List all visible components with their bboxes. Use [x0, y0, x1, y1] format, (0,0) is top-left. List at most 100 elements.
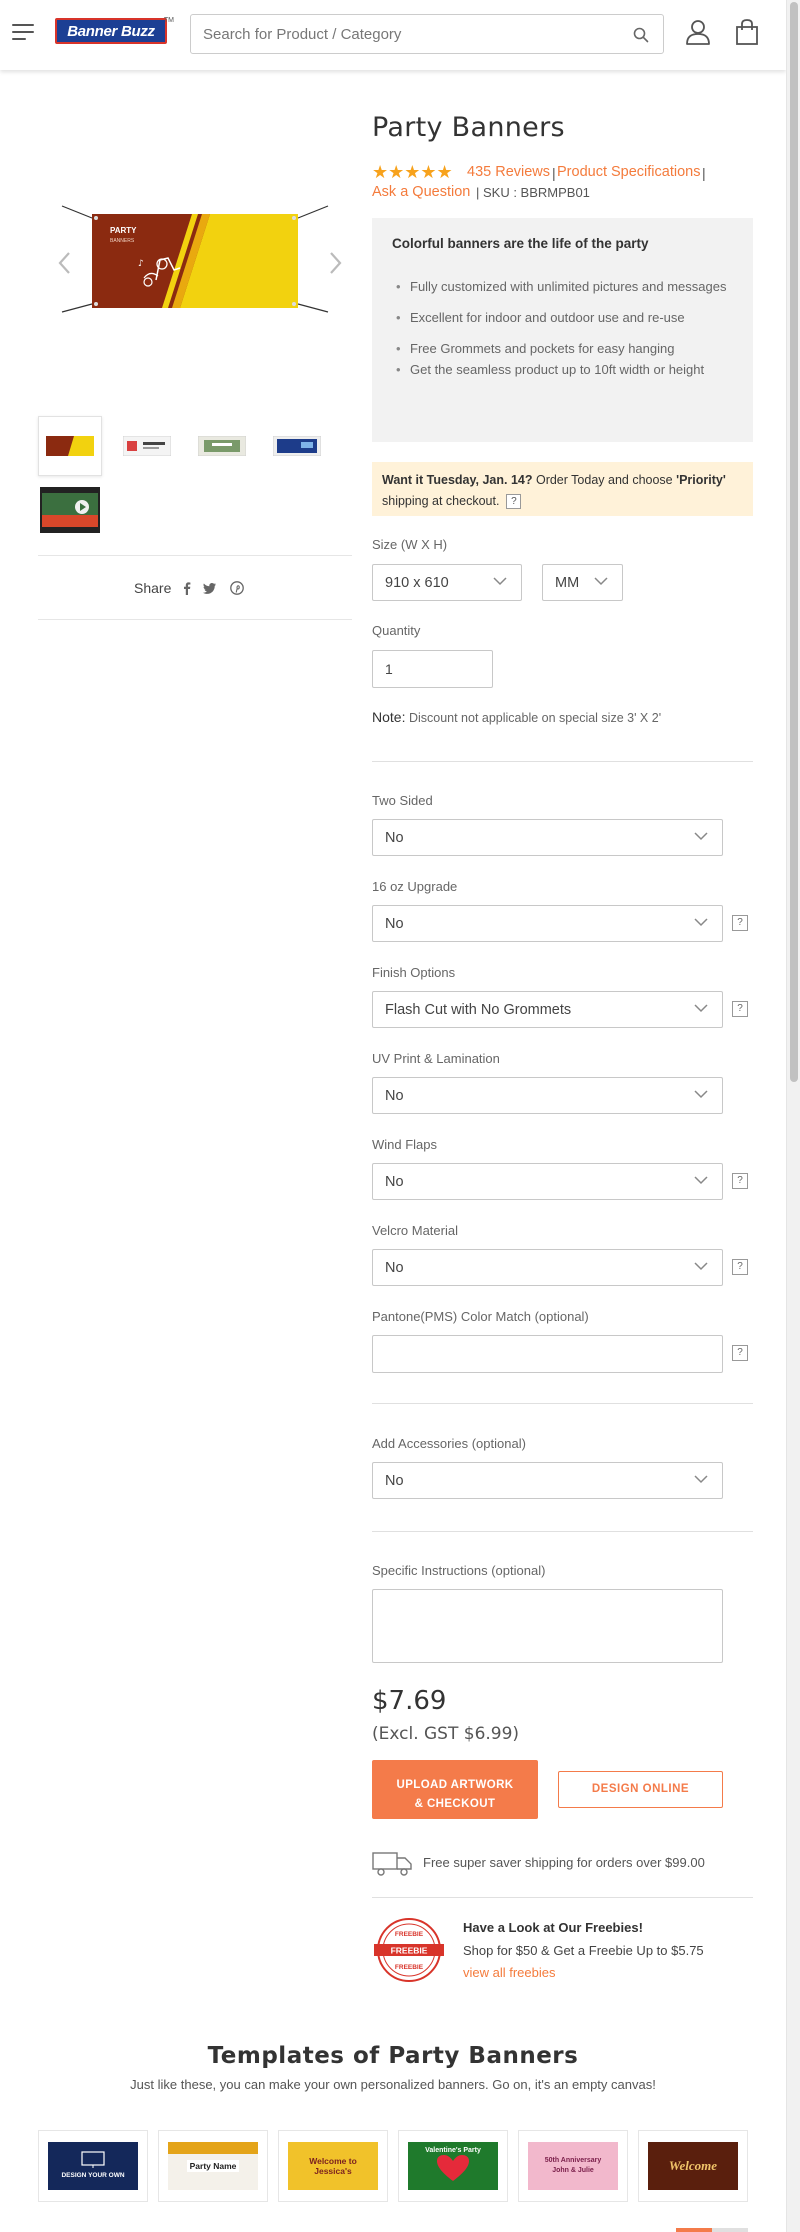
heart-icon — [437, 2155, 469, 2181]
chevron-down-icon — [694, 918, 708, 927]
velcro-material-select[interactable]: No — [372, 1249, 723, 1286]
monitor-icon — [81, 2151, 105, 2168]
product-price: $7.69 — [372, 1686, 447, 1716]
pantone-match-input[interactable] — [372, 1335, 723, 1373]
gallery-thumbnail-4[interactable] — [265, 416, 329, 476]
delivery-help-icon[interactable]: ? — [506, 494, 522, 510]
16oz-upgrade-label: 16 oz Upgrade — [372, 879, 458, 894]
priority-text: 'Priority' — [676, 473, 726, 487]
design-online-button[interactable]: DESIGN ONLINE — [558, 1771, 723, 1808]
finish-options-select[interactable]: Flash Cut with No Grommets — [372, 991, 723, 1028]
upload-artwork-checkout-button[interactable]: UPLOAD ARTWORK & CHECKOUT — [372, 1760, 538, 1819]
template-card-label: DESIGN YOUR OWN — [61, 2172, 125, 2179]
finish-options-help-icon[interactable]: ? — [732, 1001, 748, 1017]
delivery-date-text: Want it Tuesday, Jan. 14? — [382, 473, 533, 487]
feature-item: Excellent for indoor and outdoor use and… — [396, 307, 736, 328]
separator: | — [702, 165, 706, 181]
rating-stars[interactable]: ★★★★★ — [372, 162, 453, 183]
templates-section-title: Templates of Party Banners — [207, 2043, 579, 2069]
search-icon[interactable] — [633, 27, 649, 43]
template-card-welcome[interactable]: Welcome — [638, 2130, 748, 2202]
unit-select[interactable]: MM — [542, 564, 623, 601]
velcro-material-label: Velcro Material — [372, 1223, 458, 1238]
accessories-select[interactable]: No — [372, 1462, 723, 1499]
truck-icon — [372, 1852, 412, 1876]
upload-button-line2: & CHECKOUT — [414, 1797, 496, 1810]
search-input[interactable] — [203, 15, 623, 53]
feature-box: Colorful banners are the life of the par… — [372, 218, 753, 442]
velcro-material-value: No — [385, 1260, 404, 1276]
pantone-match-label: Pantone(PMS) Color Match (optional) — [372, 1309, 589, 1324]
ask-a-question-link[interactable]: Ask a Question — [372, 184, 470, 200]
reviews-link[interactable]: 435 Reviews — [467, 164, 550, 180]
product-title: Party Banners — [372, 112, 565, 143]
secondary-tab[interactable] — [712, 2228, 748, 2232]
template-card-50th-anniversary[interactable]: 50th Anniversary John & Julie — [518, 2130, 628, 2202]
quantity-label: Quantity — [372, 623, 421, 638]
chevron-down-icon — [694, 1176, 708, 1185]
quantity-input[interactable] — [372, 650, 493, 688]
size-select[interactable]: 910 x 610 — [372, 564, 522, 601]
template-card-valentines-party[interactable]: Valentine's Party — [398, 2130, 508, 2202]
size-value: 910 x 610 — [385, 575, 449, 591]
two-sided-select[interactable]: No — [372, 819, 723, 856]
gallery-next-arrow-icon[interactable] — [325, 248, 345, 278]
template-card-label-2: John & Julie — [552, 2167, 594, 2174]
hamburger-menu-icon[interactable] — [12, 24, 36, 44]
bannerbuzz-logo[interactable]: Banner Buzz TM — [55, 17, 174, 44]
shopping-bag-icon[interactable] — [734, 18, 760, 46]
template-card-party-name[interactable]: Party Name — [158, 2130, 268, 2202]
wind-flaps-select[interactable]: No — [372, 1163, 723, 1200]
share-divider-top — [38, 555, 352, 556]
16oz-upgrade-help-icon[interactable]: ? — [732, 915, 748, 931]
template-card-label: Party Name — [186, 2160, 240, 2172]
wind-flaps-value: No — [385, 1174, 404, 1190]
template-card-label: Welcome — [668, 2158, 718, 2173]
template-card-welcome-jessica[interactable]: Welcome to Jessica's — [278, 2130, 388, 2202]
wind-flaps-help-icon[interactable]: ? — [732, 1173, 748, 1189]
logo-trademark: TM — [163, 17, 174, 24]
banner-subtitle-text: BANNERS — [110, 238, 135, 244]
template-card-design-your-own[interactable]: DESIGN YOUR OWN — [38, 2130, 148, 2202]
delivery-notice: Want it Tuesday, Jan. 14? Order Today an… — [372, 462, 753, 516]
uv-print-value: No — [385, 1088, 404, 1104]
separator: | — [552, 165, 556, 181]
accessories-value: No — [385, 1473, 404, 1489]
section-divider — [372, 1403, 753, 1404]
uv-print-select[interactable]: No — [372, 1077, 723, 1114]
two-sided-value: No — [385, 830, 404, 846]
velcro-material-help-icon[interactable]: ? — [732, 1259, 748, 1275]
freebie-badge-bottom: FREEBIE — [395, 1964, 424, 1971]
user-account-icon[interactable] — [684, 18, 712, 46]
product-main-image[interactable]: PARTY BANNERS ♪ — [60, 200, 330, 324]
gallery-video-thumbnail[interactable] — [38, 480, 102, 540]
banner-title-text: PARTY — [110, 226, 137, 235]
product-specifications-link[interactable]: Product Specifications — [557, 164, 700, 180]
size-label: Size (W X H) — [372, 537, 448, 552]
feature-item: Fully customized with unlimited pictures… — [396, 276, 736, 297]
pinterest-icon[interactable] — [230, 581, 244, 595]
gallery-thumbnail-3[interactable] — [190, 416, 254, 476]
gallery-thumbnail-2[interactable] — [115, 416, 179, 476]
free-shipping-text: Free super saver shipping for orders ove… — [423, 1855, 705, 1870]
wind-flaps-label: Wind Flaps — [372, 1137, 438, 1152]
chevron-down-icon — [694, 1262, 708, 1271]
chevron-down-icon — [694, 1090, 708, 1099]
facebook-icon[interactable] — [180, 581, 194, 595]
logo-text: Banner Buzz — [67, 22, 155, 40]
chevron-down-icon — [493, 577, 507, 586]
instructions-textarea[interactable] — [372, 1589, 723, 1663]
chevron-down-icon — [594, 577, 608, 586]
section-divider — [372, 761, 753, 762]
page-scrollbar[interactable] — [786, 0, 800, 2232]
twitter-icon[interactable] — [203, 581, 217, 595]
pantone-match-help-icon[interactable]: ? — [732, 1345, 748, 1361]
gallery-prev-arrow-icon[interactable] — [55, 248, 75, 278]
section-divider — [372, 1531, 753, 1532]
view-all-freebies-link[interactable]: view all freebies — [463, 1965, 556, 1980]
gallery-thumbnail-1[interactable] — [38, 416, 102, 476]
price-excluding-gst: (Excl. GST $6.99) — [372, 1724, 520, 1744]
scrollbar-thumb[interactable] — [790, 2, 798, 1082]
back-to-top-tab[interactable] — [676, 2228, 712, 2232]
16oz-upgrade-select[interactable]: No — [372, 905, 723, 942]
